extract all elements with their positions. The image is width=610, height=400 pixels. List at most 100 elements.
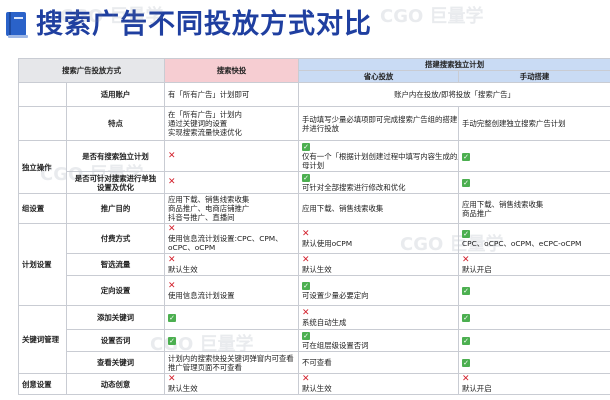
manual-cell: ✓ bbox=[458, 329, 610, 352]
feature-cell: 特点 bbox=[65, 106, 166, 141]
smart-cell: 不可查看 bbox=[298, 351, 460, 374]
smart-cell: ✓ 仅有一个「根据计划创建过程中填写内容生成的」 母计划 bbox=[298, 140, 460, 172]
manual-cell: ✕ 默认开启 bbox=[458, 373, 610, 395]
manual-cell: ✓ bbox=[458, 140, 610, 172]
smart-cell: ✓ 可在组层级设置否词 bbox=[298, 329, 460, 352]
table-row: 创意设置 动态创意 ✕ 默认生效 ✕ 默认生效 ✕ 默认开启 bbox=[18, 373, 610, 395]
cross-icon: ✕ bbox=[168, 254, 176, 265]
book-icon bbox=[6, 12, 28, 38]
category-cell: 创意设置 bbox=[18, 373, 67, 395]
smart-cell: ✓ 可设置少量必要定向 bbox=[298, 275, 460, 306]
manual-cell: ✓ CPC、oCPC、oCPM、eCPC-oCPM bbox=[458, 223, 610, 254]
smart-cell: ✕ 默认生效 bbox=[298, 373, 460, 395]
manual-cell: ✓ bbox=[458, 275, 610, 306]
smart-cell: ✕ 默认使用oCPM bbox=[298, 223, 460, 254]
table-row: 智选流量 ✕ 默认生效 ✕ 默认生效 ✕ 默认开启 bbox=[19, 253, 610, 276]
comparison-table: 搜索广告投放方式 搜索快投 搭建搜索独立计划 省心投放 手动搭建 适用账户 有「… bbox=[17, 58, 610, 395]
quick-cell: ✕ 使用信息流计划设置 bbox=[164, 275, 300, 306]
feature-cell: 是否有搜索独立计划 bbox=[65, 140, 166, 172]
category-cell: 组设置 bbox=[18, 193, 67, 224]
smart-cell: 手动填写少量必填项即可完成搜索广告组的搭建 并进行投放 bbox=[298, 106, 460, 141]
check-icon: ✓ bbox=[302, 143, 311, 151]
quick-cell: ✓ bbox=[164, 329, 300, 352]
feature-cell: 查看关键词 bbox=[65, 351, 166, 374]
quick-cell: 在「所有广告」计划内 通过关键词的设置 实现搜索流量快速优化 bbox=[164, 106, 300, 141]
smart-cell: ✓ 可针对全部搜索进行修改和优化 bbox=[298, 171, 460, 194]
quick-cell: ✕ 默认生效 bbox=[164, 373, 300, 395]
check-icon: ✓ bbox=[302, 332, 311, 340]
check-icon: ✓ bbox=[168, 337, 177, 345]
cross-icon: ✕ bbox=[302, 374, 310, 384]
manual-cell: ✕ 默认开启 bbox=[458, 253, 610, 276]
quick-cell: ✕ 默认生效 bbox=[164, 253, 300, 276]
cross-icon: ✕ bbox=[168, 374, 176, 384]
manual-cell: ✓ bbox=[458, 351, 610, 374]
standalone-cell: 账户内在投放/即将投放「搜索广告」 bbox=[298, 82, 610, 107]
feature-cell: 设置否词 bbox=[65, 329, 166, 352]
feature-cell: 定向设置 bbox=[65, 275, 166, 306]
quick-cell: ✕ bbox=[164, 171, 300, 194]
cross-icon: ✕ bbox=[462, 254, 470, 265]
feature-cell: 付费方式 bbox=[65, 223, 166, 254]
cross-icon: ✕ bbox=[302, 228, 310, 239]
quick-cell: 有「所有广告」计划即可 bbox=[164, 82, 300, 107]
table-row: 是否可针对搜索进行单独 设置及优化 ✕ ✓ 可针对全部搜索进行修改和优化 ✓ bbox=[19, 171, 610, 194]
feature-cell: 智选流量 bbox=[65, 253, 166, 276]
quick-cell: ✓ bbox=[164, 305, 300, 330]
quick-cell: ✕ bbox=[164, 140, 300, 172]
cross-icon: ✕ bbox=[168, 177, 176, 187]
table-row: 特点 在「所有广告」计划内 通过关键词的设置 实现搜索流量快速优化 手动填写少量… bbox=[18, 106, 610, 141]
category-cell: 计划设置 bbox=[18, 223, 67, 306]
check-icon: ✓ bbox=[168, 314, 177, 322]
category-cell: 独立操作 bbox=[18, 140, 67, 194]
category-cell bbox=[18, 106, 67, 141]
cross-icon: ✕ bbox=[462, 374, 470, 384]
header-standalone: 搭建搜索独立计划 bbox=[298, 58, 610, 71]
check-icon: ✓ bbox=[462, 152, 471, 161]
cross-icon: ✕ bbox=[168, 280, 176, 291]
check-icon: ✓ bbox=[462, 314, 471, 322]
header-quick: 搜索快投 bbox=[164, 58, 300, 83]
feature-cell: 适用账户 bbox=[65, 82, 166, 107]
header-mode: 搜索广告投放方式 bbox=[17, 58, 166, 83]
category-cell: 关键词管理 bbox=[18, 305, 67, 374]
check-icon: ✓ bbox=[462, 337, 471, 345]
cross-icon: ✕ bbox=[302, 307, 310, 318]
feature-cell: 添加关键词 bbox=[65, 305, 166, 330]
table-row: 计划设置 付费方式 ✕ 使用信息流计划设置:CPC、CPM、 oCPC、oCPM… bbox=[18, 223, 610, 306]
cross-icon: ✕ bbox=[168, 150, 176, 161]
header-smart: 省心投放 bbox=[298, 70, 460, 83]
cross-icon: ✕ bbox=[168, 224, 176, 234]
quick-cell: 应用下载、销售线索收集 商品推广、电商店铺推广 抖音号推广、直播间 bbox=[164, 193, 300, 224]
table-row: 独立操作 是否有搜索独立计划 ✕ ✓ 仅有一个「根据计划创建过程中填写内容生成的… bbox=[18, 140, 610, 194]
category-cell bbox=[18, 82, 67, 107]
table-row: 设置否词 ✓ ✓ 可在组层级设置否词 ✓ bbox=[19, 329, 610, 352]
table-row: 关键词管理 添加关键词 ✓ ✕ 系统自动生成 ✓ bbox=[18, 305, 610, 374]
feature-cell: 是否可针对搜索进行单独 设置及优化 bbox=[65, 171, 166, 194]
feature-cell: 推广目的 bbox=[65, 193, 166, 224]
check-icon: ✓ bbox=[302, 174, 311, 182]
table-row: 定向设置 ✕ 使用信息流计划设置 ✓ 可设置少量必要定向 ✓ bbox=[19, 275, 610, 306]
check-icon: ✓ bbox=[462, 359, 471, 367]
cross-icon: ✕ bbox=[302, 254, 310, 265]
quick-cell: ✕ 使用信息流计划设置:CPC、CPM、 oCPC、oCPM bbox=[164, 223, 300, 254]
smart-cell: ✕ 系统自动生成 bbox=[298, 305, 460, 330]
feature-cell: 动态创意 bbox=[65, 373, 166, 395]
manual-cell: 应用下载、销售线索收集 商品推广 bbox=[458, 193, 610, 224]
manual-cell: ✓ bbox=[458, 171, 610, 194]
smart-cell: ✕ 默认生效 bbox=[298, 253, 460, 276]
page-header: 搜索广告不同投放方式对比 bbox=[0, 0, 610, 52]
check-icon: ✓ bbox=[462, 179, 471, 187]
manual-cell: ✓ bbox=[458, 305, 610, 330]
check-icon: ✓ bbox=[462, 230, 471, 238]
check-icon: ✓ bbox=[302, 282, 311, 290]
manual-cell: 手动完整创建独立搜索广告计划 bbox=[458, 106, 610, 141]
page-title: 搜索广告不同投放方式对比 bbox=[36, 9, 372, 40]
table-row: 查看关键词 计划内的搜索快投关键词弹窗内可查看 推广管理页面不可查看 不可查看 … bbox=[19, 351, 610, 374]
quick-cell: 计划内的搜索快投关键词弹窗内可查看 推广管理页面不可查看 bbox=[164, 351, 300, 374]
smart-cell: 应用下载、销售线索收集 bbox=[298, 193, 460, 224]
table-row: 组设置 推广目的 应用下载、销售线索收集 商品推广、电商店铺推广 抖音号推广、直… bbox=[18, 193, 610, 224]
table-row: 适用账户 有「所有广告」计划即可 账户内在投放/即将投放「搜索广告」 bbox=[18, 82, 610, 107]
header-manual: 手动搭建 bbox=[458, 70, 610, 83]
check-icon: ✓ bbox=[462, 287, 471, 295]
